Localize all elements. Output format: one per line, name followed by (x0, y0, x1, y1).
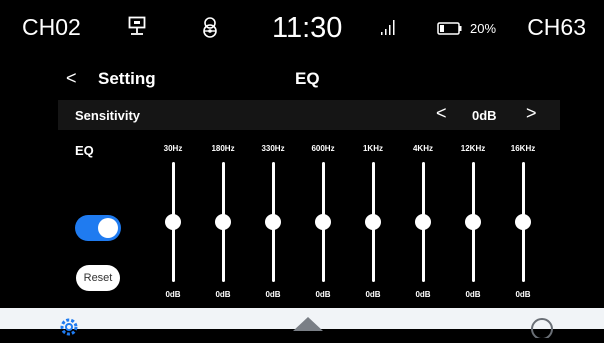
eq-band-600hz: 600Hz 0dB (303, 142, 343, 302)
eq-band-12khz: 12KHz 0dB (453, 142, 493, 302)
sensitivity-decrease-button[interactable]: < (436, 103, 447, 124)
band-gain-label: 0dB (315, 290, 331, 299)
eq-band-330hz: 330Hz 0dB (253, 142, 293, 302)
band-slider-knob[interactable] (315, 214, 331, 230)
eq-label: EQ (75, 143, 94, 158)
toggle-knob (98, 218, 118, 238)
band-frequency-label: 330Hz (261, 144, 285, 153)
eq-band-4khz: 4KHz 0dB (403, 142, 443, 302)
channel-right: CH63 (527, 14, 586, 40)
steering-wheel-icon (199, 16, 221, 43)
page-title: EQ (295, 69, 320, 88)
eq-band-180hz: 180Hz 0dB (203, 142, 243, 302)
status-bar: CH02 11:30 20% CH63 (0, 0, 604, 58)
eq-band-30hz: 30Hz 0dB (153, 142, 193, 302)
settings-title: Setting (98, 69, 156, 88)
band-gain-label: 0dB (365, 290, 381, 299)
search-icon[interactable] (529, 316, 555, 343)
band-gain-label: 0dB (165, 290, 181, 299)
band-frequency-label: 4KHz (412, 144, 433, 153)
clock: 11:30 (272, 12, 343, 44)
band-slider-knob[interactable] (415, 214, 431, 230)
band-gain-label: 0dB (415, 290, 431, 299)
band-slider-knob[interactable] (215, 214, 231, 230)
sensitivity-value: 0dB (472, 108, 497, 123)
band-frequency-label: 30Hz (163, 144, 183, 153)
sensitivity-label: Sensitivity (75, 108, 141, 123)
band-frequency-label: 16KHz (510, 144, 536, 153)
eq-band-16khz: 16KHz 0dB (503, 142, 543, 302)
band-frequency-label: 600Hz (311, 144, 335, 153)
battery-percent: 20% (470, 21, 497, 36)
band-slider-knob[interactable] (165, 214, 181, 230)
bottom-nav-bar (0, 308, 604, 340)
network-icon (128, 16, 146, 43)
sensitivity-increase-button[interactable]: > (526, 103, 537, 124)
band-slider-knob[interactable] (465, 214, 481, 230)
band-frequency-label: 12KHz (460, 144, 486, 153)
battery-icon (437, 22, 463, 40)
home-icon[interactable] (293, 317, 323, 336)
band-gain-label: 0dB (265, 290, 281, 299)
sensitivity-row: Sensitivity < 0dB > (58, 100, 560, 130)
band-gain-label: 0dB (515, 290, 531, 299)
eq-settings-panel: < Setting EQ Sensitivity < 0dB > EQ Rese… (0, 58, 604, 308)
eq-enable-toggle[interactable] (75, 215, 121, 241)
reset-button[interactable]: Reset (76, 265, 120, 291)
band-slider-knob[interactable] (265, 214, 281, 230)
nav-header: < Setting EQ (0, 68, 604, 92)
signal-bars-icon (380, 18, 398, 41)
band-gain-label: 0dB (465, 290, 481, 299)
channel-left: CH02 (22, 14, 81, 40)
settings-gear-icon[interactable] (58, 316, 80, 343)
band-gain-label: 0dB (215, 290, 231, 299)
band-slider-knob[interactable] (515, 214, 531, 230)
back-button[interactable]: < (66, 68, 77, 89)
band-slider-knob[interactable] (365, 214, 381, 230)
eq-band-1khz: 1KHz 0dB (353, 142, 393, 302)
band-frequency-label: 180Hz (211, 144, 235, 153)
band-frequency-label: 1KHz (362, 144, 383, 153)
